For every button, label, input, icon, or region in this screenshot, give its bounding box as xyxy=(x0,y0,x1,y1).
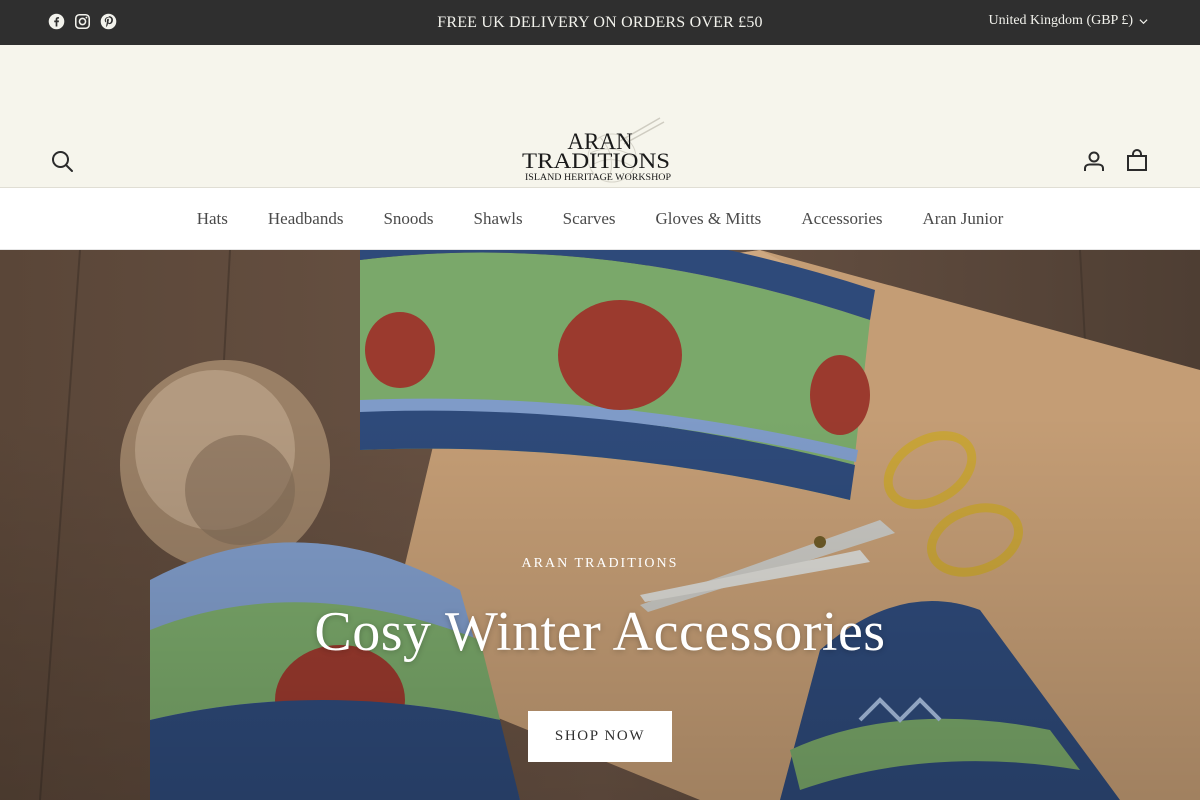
instagram-icon[interactable] xyxy=(74,13,91,30)
logo-tagline: ISLAND HERITAGE WORKSHOP xyxy=(525,172,671,182)
search-icon[interactable] xyxy=(50,149,74,173)
hero-banner: ARAN TRADITIONS Cosy Winter Accessories … xyxy=(0,250,1200,800)
currency-label: United Kingdom (GBP £) xyxy=(988,13,1133,28)
nav-item-gloves-mitts[interactable]: Gloves & Mitts xyxy=(656,209,762,229)
account-icon[interactable] xyxy=(1082,149,1106,173)
nav-item-shawls[interactable]: Shawls xyxy=(474,209,523,229)
hero-eyebrow: ARAN TRADITIONS xyxy=(521,556,679,571)
nav-item-scarves[interactable]: Scarves xyxy=(563,209,616,229)
main-navigation: Hats Headbands Snoods Shawls Scarves Glo… xyxy=(0,188,1200,250)
facebook-icon[interactable] xyxy=(48,13,65,30)
chevron-down-icon xyxy=(1139,18,1148,24)
hero-title: Cosy Winter Accessories xyxy=(314,601,886,663)
nav-item-aran-junior[interactable]: Aran Junior xyxy=(923,209,1004,229)
currency-selector[interactable]: United Kingdom (GBP £) xyxy=(988,13,1148,29)
nav-item-headbands[interactable]: Headbands xyxy=(268,209,344,229)
cart-icon[interactable] xyxy=(1125,148,1149,172)
logo-line2: TRADITIONS xyxy=(522,148,670,173)
social-links xyxy=(48,13,117,30)
nav-item-accessories[interactable]: Accessories xyxy=(801,209,882,229)
site-header: ARAN TRADITIONS ISLAND HERITAGE WORKSHOP xyxy=(0,45,1200,188)
nav-item-hats[interactable]: Hats xyxy=(197,209,228,229)
shop-now-button[interactable]: SHOP NOW xyxy=(528,711,672,762)
pinterest-icon[interactable] xyxy=(100,13,117,30)
announcement-bar: FREE UK DELIVERY ON ORDERS OVER £50 Unit… xyxy=(0,0,1200,45)
nav-item-snoods[interactable]: Snoods xyxy=(383,209,433,229)
